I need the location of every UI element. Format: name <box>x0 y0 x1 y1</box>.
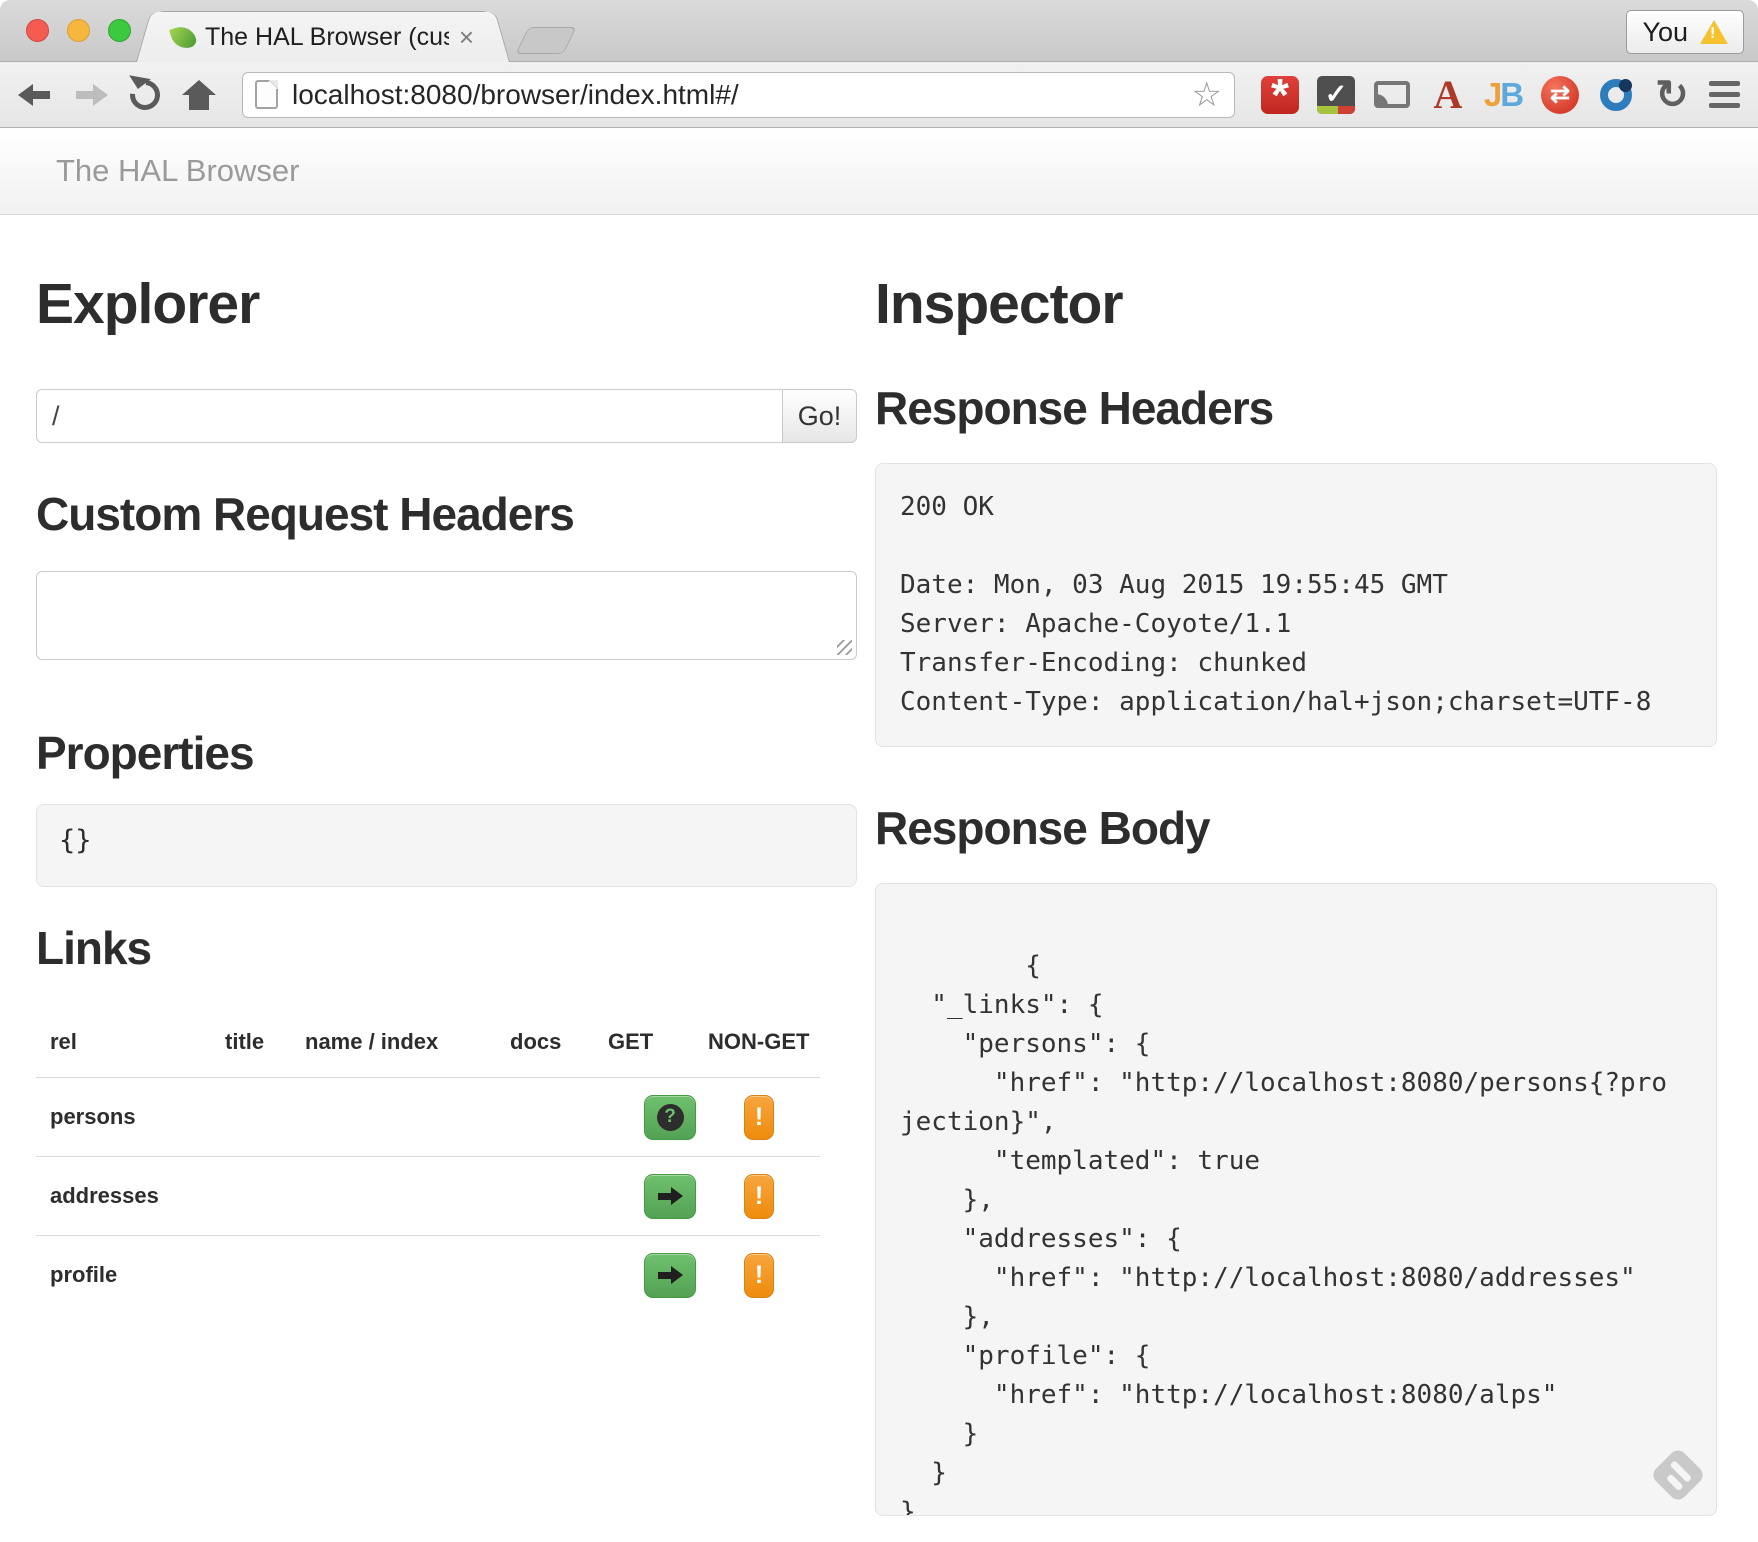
response-body-panel: { "_links": { "persons": { "href": "http… <box>875 883 1717 1516</box>
bookmark-star-icon[interactable]: ☆ <box>1192 78 1222 112</box>
profile-you-button[interactable]: You <box>1626 10 1744 54</box>
history-sync-icon[interactable]: ↻ <box>1653 76 1691 114</box>
go-button[interactable]: Go! <box>782 389 857 443</box>
col-docs: docs <box>510 1029 608 1055</box>
address-bar[interactable]: localhost:8080/browser/index.html#/ ☆ <box>242 72 1235 118</box>
col-get: GET <box>608 1029 708 1055</box>
page-navbar: The HAL Browser <box>0 128 1758 215</box>
jb-extension-icon[interactable]: JB <box>1485 76 1523 114</box>
custom-headers-area <box>36 571 857 660</box>
inspector-column: Inspector Response Headers 200 OK Date: … <box>875 215 1717 1516</box>
you-label: You <box>1642 17 1688 48</box>
a-extension-icon[interactable]: A <box>1429 76 1467 114</box>
back-button[interactable] <box>18 84 52 106</box>
new-tab-button[interactable] <box>515 27 576 54</box>
tab-title: The HAL Browser (customi <box>205 23 449 52</box>
browser-window: The HAL Browser (customi × You localhost… <box>0 0 1758 1542</box>
feedly-mini-icon[interactable] <box>1650 1447 1707 1504</box>
response-body-heading: Response Body <box>875 801 1717 855</box>
home-button[interactable] <box>182 80 216 110</box>
swap-arrows-extension-icon[interactable]: ⇄ <box>1541 76 1579 114</box>
table-row-persons: persons ? ! <box>36 1077 820 1156</box>
response-headers-heading: Response Headers <box>875 381 1717 435</box>
chromecast-extension-icon[interactable] <box>1373 76 1411 114</box>
col-name-index: name / index <box>305 1029 510 1055</box>
custom-headers-textarea[interactable] <box>36 571 857 660</box>
response-headers-panel: 200 OK Date: Mon, 03 Aug 2015 19:55:45 G… <box>875 463 1717 747</box>
get-button-profile[interactable] <box>644 1253 696 1298</box>
minimize-window-button[interactable] <box>67 19 90 42</box>
explorer-column: Explorer Go! Custom Request Headers Prop… <box>36 215 857 1516</box>
question-sign-icon: ? <box>657 1104 684 1131</box>
close-window-button[interactable] <box>26 19 49 42</box>
extension-icons: * ✓ A JB ⇄ ↻ <box>1261 76 1740 114</box>
non-get-button-profile[interactable]: ! <box>744 1253 774 1298</box>
arrow-right-icon <box>658 1266 683 1284</box>
resize-grip-icon[interactable] <box>837 640 852 655</box>
get-button-persons[interactable]: ? <box>644 1095 696 1140</box>
titlebar: The HAL Browser (customi × You <box>0 0 1758 62</box>
links-heading: Links <box>36 921 857 975</box>
browser-tab[interactable]: The HAL Browser (customi × <box>155 11 491 62</box>
inspector-heading: Inspector <box>875 271 1717 337</box>
main-content: Explorer Go! Custom Request Headers Prop… <box>0 215 1758 1516</box>
rel-label: addresses <box>50 1183 225 1209</box>
properties-heading: Properties <box>36 726 857 780</box>
blue-ring-extension-icon[interactable] <box>1597 76 1635 114</box>
col-title: title <box>225 1029 305 1055</box>
forward-button[interactable] <box>74 84 108 106</box>
col-rel: rel <box>50 1029 225 1055</box>
url-text[interactable]: localhost:8080/browser/index.html#/ <box>292 79 739 111</box>
explorer-path-input[interactable] <box>36 389 783 443</box>
links-table-header: rel title name / index docs GET NON-GET <box>36 1029 820 1077</box>
lastpass-extension-icon[interactable]: * <box>1261 76 1299 114</box>
custom-request-headers-heading: Custom Request Headers <box>36 487 857 541</box>
get-button-addresses[interactable] <box>644 1174 696 1219</box>
page-info-icon[interactable] <box>255 80 278 109</box>
links-table: rel title name / index docs GET NON-GET … <box>36 1029 820 1314</box>
rel-label: persons <box>50 1104 225 1130</box>
traffic-lights <box>26 19 131 42</box>
tab-close-icon[interactable]: × <box>459 24 474 50</box>
properties-value: {} <box>36 804 857 887</box>
non-get-button-addresses[interactable]: ! <box>744 1174 774 1219</box>
col-non-get: NON-GET <box>708 1029 834 1055</box>
checkmark-extension-icon[interactable]: ✓ <box>1317 76 1355 114</box>
explorer-heading: Explorer <box>36 271 857 337</box>
reload-button[interactable] <box>124 73 166 115</box>
spring-leaf-favicon <box>169 23 198 52</box>
table-row-addresses: addresses ! <box>36 1156 820 1235</box>
non-get-button-persons[interactable]: ! <box>744 1095 774 1140</box>
chrome-menu-button[interactable] <box>1709 81 1740 108</box>
arrow-right-icon <box>658 1187 683 1205</box>
rel-label: profile <box>50 1262 225 1288</box>
warning-icon <box>1700 20 1728 44</box>
address-input-group: Go! <box>36 389 857 443</box>
browser-toolbar: localhost:8080/browser/index.html#/ ☆ * … <box>0 62 1758 128</box>
brand-title: The HAL Browser <box>56 153 300 189</box>
zoom-window-button[interactable] <box>108 19 131 42</box>
table-row-profile: profile ! <box>36 1235 820 1314</box>
response-body-json: { "_links": { "persons": { "href": "http… <box>900 951 1667 1516</box>
